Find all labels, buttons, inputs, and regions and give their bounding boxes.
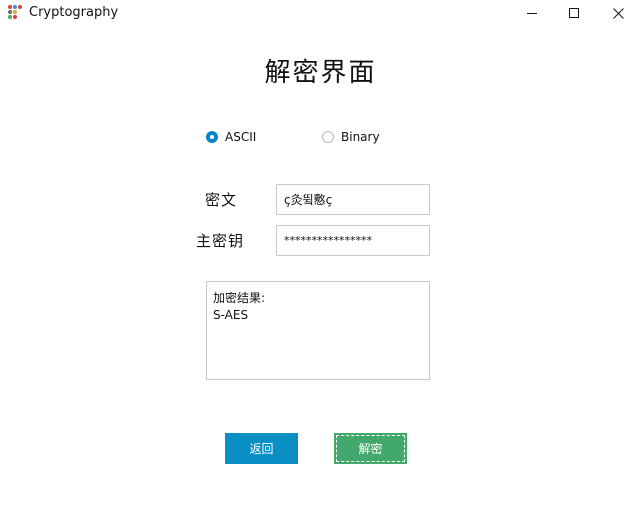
back-button[interactable]: 返回 — [225, 433, 298, 464]
close-button[interactable] — [595, 0, 641, 26]
app-icon — [8, 5, 22, 19]
decrypt-button[interactable]: 解密 — [334, 433, 407, 464]
radio-binary[interactable]: Binary — [322, 129, 380, 145]
minimize-button[interactable] — [509, 0, 555, 26]
window-title: Cryptography — [29, 5, 119, 20]
result-value: S-AES — [213, 308, 249, 322]
radio-ascii-label: ASCII — [225, 130, 257, 144]
key-input[interactable]: **************** — [276, 225, 430, 256]
result-heading: 加密结果: — [213, 291, 266, 305]
key-label: 主密钥 — [196, 232, 245, 250]
maximize-button[interactable] — [551, 0, 597, 26]
radio-unselected-icon — [322, 131, 334, 143]
radio-selected-icon — [206, 131, 218, 143]
close-icon — [612, 7, 624, 19]
title-bar: Cryptography — [0, 0, 641, 26]
result-textarea[interactable]: 加密结果: S-AES — [206, 281, 430, 380]
radio-ascii[interactable]: ASCII — [206, 129, 256, 145]
minimize-icon — [526, 12, 537, 14]
ciphertext-input[interactable]: ç灸뜈懯ç — [276, 184, 430, 215]
ciphertext-label: 密文 — [205, 191, 238, 209]
maximize-icon — [568, 7, 579, 18]
radio-binary-label: Binary — [341, 130, 380, 144]
page-title: 解密界面 — [264, 58, 377, 88]
